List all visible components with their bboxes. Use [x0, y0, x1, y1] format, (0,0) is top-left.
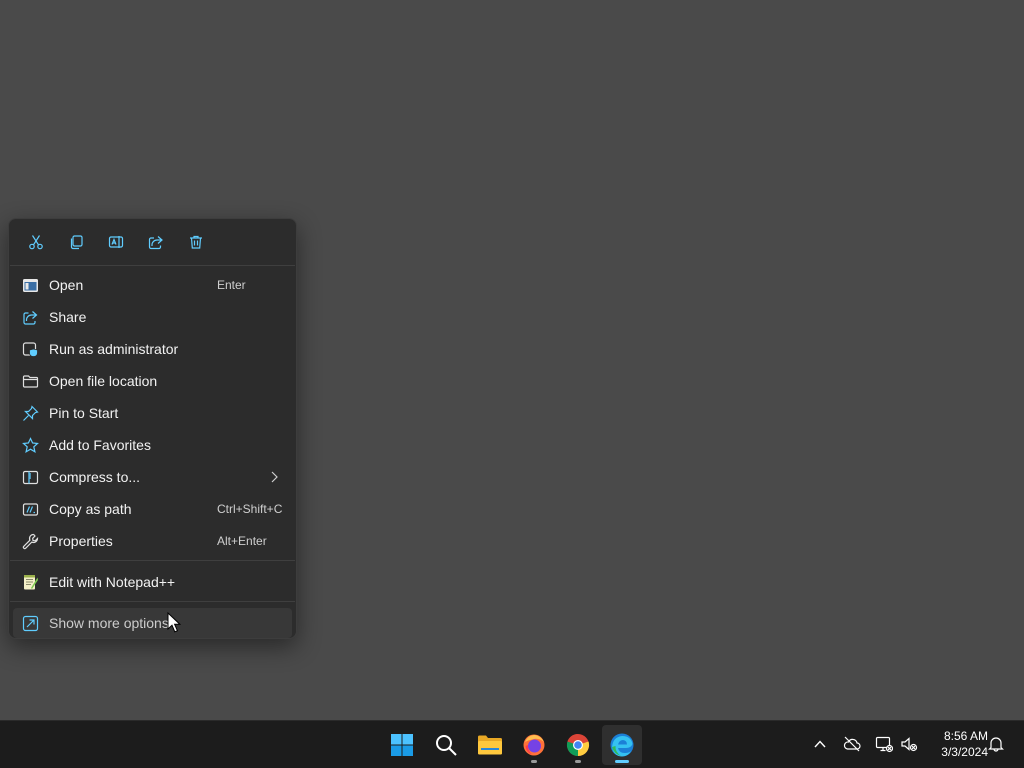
search-icon: [436, 735, 457, 756]
menu-item-label: Properties: [49, 533, 113, 549]
context-menu-toolbar: [9, 219, 296, 265]
pin-icon: [22, 405, 39, 422]
chevron-up-icon: [814, 740, 826, 748]
context-menu: Open Enter Share Run as administrator Op…: [8, 218, 297, 639]
taskbar-edge[interactable]: [602, 725, 642, 765]
tray-volume[interactable]: [900, 735, 918, 753]
menu-item-label: Show more options: [49, 615, 169, 631]
menu-item-edit-with-notepad-plus-plus[interactable]: Edit with Notepad++: [13, 567, 292, 597]
menu-item-shortcut: Enter: [217, 278, 246, 292]
open-window-icon: [22, 277, 39, 294]
file-explorer-icon: [478, 735, 502, 755]
folder-icon: [22, 373, 39, 390]
menu-item-compress-to[interactable]: Compress to...: [13, 462, 292, 492]
menu-item-label: Compress to...: [49, 469, 141, 485]
zip-icon: [22, 469, 39, 486]
notepad-plus-plus-icon: [22, 574, 39, 591]
menu-item-label: Open file location: [49, 373, 158, 389]
firefox-icon: [523, 734, 545, 756]
delete-icon: [190, 235, 202, 249]
menu-item-shortcut: Alt+Enter: [217, 534, 267, 548]
menu-item-add-to-favorites[interactable]: Add to Favorites: [13, 430, 292, 460]
rename-button[interactable]: [101, 227, 131, 257]
menu-item-properties[interactable]: Properties Alt+Enter: [13, 526, 292, 556]
menu-item-run-as-admin[interactable]: Run as administrator: [13, 334, 292, 364]
menu-item-share[interactable]: Share: [13, 302, 292, 332]
taskbar-file-explorer[interactable]: [470, 725, 510, 765]
notification-button[interactable]: [987, 735, 1005, 753]
menu-item-copy-as-path[interactable]: Copy as path Ctrl+Shift+C: [13, 494, 292, 524]
clock-time: 8:56 AM: [943, 729, 988, 743]
running-indicator: [575, 760, 581, 763]
menu-item-open-file-location[interactable]: Open file location: [13, 366, 292, 396]
chrome-icon: [566, 733, 590, 757]
running-indicator: [531, 760, 537, 763]
menu-item-label: Share: [49, 309, 87, 325]
tray-network[interactable]: [875, 735, 893, 753]
taskbar-firefox[interactable]: [514, 725, 554, 765]
menu-item-pin-to-start[interactable]: Pin to Start: [13, 398, 292, 428]
star-icon: [22, 437, 39, 454]
menu-item-label: Copy as path: [49, 501, 132, 517]
menu-item-open[interactable]: Open Enter: [13, 270, 292, 300]
taskbar: 8:56 AM 3/3/2024: [0, 720, 1024, 768]
copy-path-icon: [22, 501, 39, 518]
more-options-icon: [22, 615, 39, 632]
admin-shield-icon: [22, 341, 39, 358]
taskbar-search-button[interactable]: [426, 725, 466, 765]
menu-item-show-more-options[interactable]: Show more options: [13, 608, 292, 638]
tray-overflow-button[interactable]: [811, 735, 829, 753]
menu-item-label: Open: [49, 277, 84, 293]
menu-separator: [10, 560, 295, 561]
share-icon: [22, 309, 39, 326]
menu-separator: [10, 601, 295, 602]
taskbar-start-button[interactable]: [382, 725, 422, 765]
rename-icon: [108, 236, 124, 248]
windows-start-icon: [391, 734, 413, 756]
copy-icon: [70, 235, 83, 250]
active-indicator: [615, 760, 629, 763]
taskbar-chrome[interactable]: [558, 725, 598, 765]
menu-item-label: Pin to Start: [49, 405, 119, 421]
menu-item-shortcut: Ctrl+Shift+C: [217, 502, 283, 516]
onedrive-offline-icon: [843, 736, 861, 752]
clock-date: 3/3/2024: [941, 745, 988, 759]
tray-onedrive[interactable]: [843, 735, 861, 753]
wrench-icon: [22, 533, 39, 550]
menu-item-label: Add to Favorites: [49, 437, 151, 453]
share-icon: [148, 236, 163, 250]
delete-button[interactable]: [181, 227, 211, 257]
taskbar-clock[interactable]: 8:56 AM 3/3/2024: [926, 728, 988, 760]
cut-button[interactable]: [21, 227, 51, 257]
mouse-cursor-icon: [167, 612, 181, 633]
menu-item-label: Edit with Notepad++: [49, 574, 176, 590]
share-toolbar-button[interactable]: [141, 227, 171, 257]
copy-button[interactable]: [61, 227, 91, 257]
bell-icon: [988, 737, 1004, 752]
edge-icon: [610, 733, 634, 757]
menu-separator: [10, 265, 295, 266]
network-icon: [875, 736, 893, 753]
menu-item-label: Run as administrator: [49, 341, 179, 357]
cut-icon: [29, 235, 43, 250]
chevron-right-icon: [271, 471, 278, 483]
volume-muted-icon: [901, 737, 918, 752]
